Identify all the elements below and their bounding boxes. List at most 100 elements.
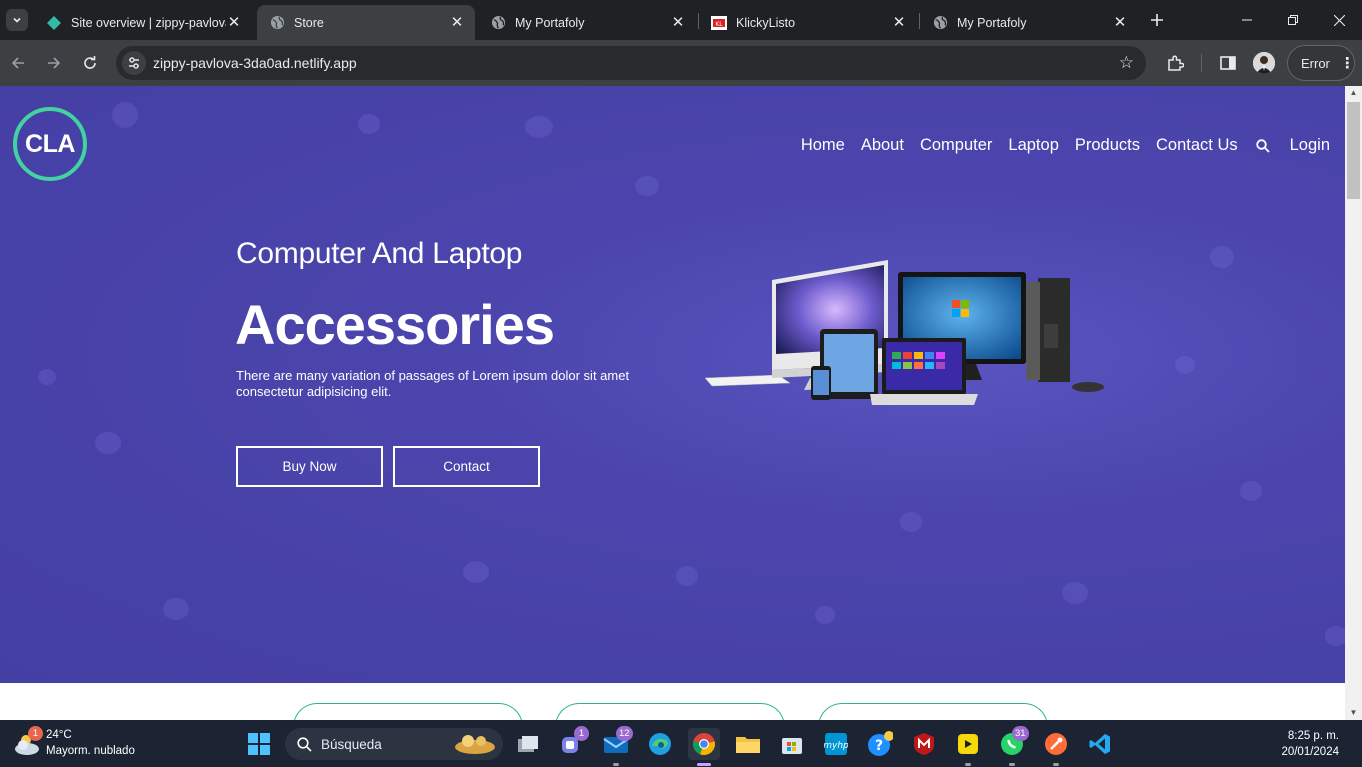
klickylisto-icon: KL xyxy=(711,15,727,31)
forward-button[interactable] xyxy=(40,49,68,77)
nav-home[interactable]: Home xyxy=(801,136,845,155)
hero-section: CLA Home About Computer Laptop Products … xyxy=(0,86,1345,683)
netlify-diamond-icon xyxy=(46,15,62,31)
back-button[interactable] xyxy=(4,49,32,77)
myhp-app[interactable]: myhp xyxy=(820,728,852,760)
feature-card xyxy=(818,703,1048,720)
store-icon xyxy=(782,738,802,754)
close-icon[interactable]: ✕ xyxy=(1112,14,1128,31)
profile-avatar[interactable] xyxy=(1253,52,1275,74)
task-view-button[interactable] xyxy=(512,728,544,760)
person-icon xyxy=(1253,52,1275,74)
nav-contact-us[interactable]: Contact Us xyxy=(1156,136,1238,155)
weather-condition: Mayorm. nublado xyxy=(46,745,135,757)
nav-laptop[interactable]: Laptop xyxy=(1008,136,1058,155)
globe-icon xyxy=(269,15,285,31)
system-clock[interactable]: 8:25 p. m. 20/01/2024 xyxy=(1281,728,1339,760)
star-icon[interactable]: ☆ xyxy=(1119,53,1134,73)
myhp-icon: myhp xyxy=(824,733,848,755)
store-app[interactable] xyxy=(776,728,808,760)
running-indicator xyxy=(965,763,971,766)
taskbar-search[interactable]: Búsqueda xyxy=(285,728,503,760)
tab-klickylisto[interactable]: KL KlickyListo ✕ xyxy=(699,5,917,40)
teams-badge: 1 xyxy=(574,726,589,741)
tab-my-portafoly-2[interactable]: My Portafoly ✕ xyxy=(920,5,1138,40)
url-text[interactable]: zippy-pavlova-3da0ad.netlify.app xyxy=(153,55,357,71)
tab-site-overview[interactable]: Site overview | zippy-pavlova ✕ xyxy=(34,5,252,40)
scroll-down-arrow[interactable]: ▼ xyxy=(1349,709,1358,717)
file-explorer-app[interactable] xyxy=(732,728,764,760)
nav-products[interactable]: Products xyxy=(1075,136,1140,155)
arrow-left-icon xyxy=(11,57,24,69)
mcafee-app[interactable] xyxy=(908,728,940,760)
more-vert-icon[interactable]: ⋮ xyxy=(1340,54,1355,72)
chevron-down-icon xyxy=(13,17,21,23)
chrome-icon xyxy=(693,733,716,756)
side-panel-button[interactable] xyxy=(1216,51,1240,75)
close-icon[interactable]: ✕ xyxy=(891,14,907,31)
vscode-app[interactable] xyxy=(1084,728,1116,760)
close-icon[interactable]: ✕ xyxy=(226,14,242,31)
search-highlight-icon xyxy=(455,735,495,754)
site-info-button[interactable] xyxy=(122,51,146,75)
bubble-decoration xyxy=(358,114,380,134)
whatsapp-badge: 31 xyxy=(1012,726,1029,741)
weather-widget[interactable]: 1 24°C Mayorm. nublado xyxy=(12,726,152,761)
nav-computer[interactable]: Computer xyxy=(920,136,992,155)
weather-temp: 24°C xyxy=(46,729,72,741)
tab-my-portafoly[interactable]: My Portafoly ✕ xyxy=(478,5,696,40)
tab-search-button[interactable] xyxy=(6,9,28,31)
bubble-decoration xyxy=(676,566,698,586)
whatsapp-app[interactable]: 31 xyxy=(996,726,1029,766)
scroll-thumb[interactable] xyxy=(1347,102,1360,199)
nav-login[interactable]: Login xyxy=(1290,136,1330,155)
hero-description: There are many variation of passages of … xyxy=(236,368,630,399)
running-indicator xyxy=(1009,763,1015,766)
weather-badge: 1 xyxy=(28,726,43,741)
address-bar[interactable]: zippy-pavlova-3da0ad.netlify.app ☆ xyxy=(116,46,1146,80)
postman-app[interactable] xyxy=(1040,728,1072,766)
bubble-decoration xyxy=(635,176,659,196)
media-app[interactable] xyxy=(952,728,984,766)
reload-button[interactable] xyxy=(76,49,104,77)
vscode-icon xyxy=(1089,734,1110,754)
mail-app[interactable]: 12 xyxy=(600,726,633,766)
restore-button[interactable] xyxy=(1270,0,1316,40)
mail-badge: 12 xyxy=(616,726,633,741)
minimize-icon xyxy=(1242,19,1252,21)
close-window-button[interactable] xyxy=(1316,0,1362,40)
folder-icon xyxy=(736,737,760,753)
edge-app[interactable] xyxy=(644,728,676,760)
tab-title: KlickyListo xyxy=(736,15,796,30)
help-app[interactable]: ? xyxy=(864,728,896,760)
teams-app[interactable]: 1 xyxy=(556,726,589,760)
globe-icon xyxy=(490,15,506,31)
contact-button[interactable]: Contact xyxy=(393,446,540,487)
tab-store[interactable]: Store ✕ xyxy=(257,5,475,40)
close-icon[interactable]: ✕ xyxy=(670,14,686,31)
site-logo[interactable]: CLA xyxy=(13,107,87,181)
main-nav: Home About Computer Laptop Products Cont… xyxy=(785,136,1330,155)
error-label: Error xyxy=(1301,55,1330,71)
page-scrollbar[interactable]: ▲ ▼ xyxy=(1345,86,1362,720)
profile-error-button[interactable]: Error ⋮ xyxy=(1287,45,1355,81)
help-icon: ? xyxy=(868,731,893,756)
restore-icon xyxy=(1288,15,1298,25)
buy-now-button[interactable]: Buy Now xyxy=(236,446,383,487)
tab-title: My Portafoly xyxy=(515,15,585,30)
media-player-icon xyxy=(958,734,978,754)
hero-subtitle: Computer And Laptop xyxy=(236,237,523,270)
bubble-decoration xyxy=(1325,626,1345,646)
start-button[interactable] xyxy=(243,728,275,760)
plus-icon xyxy=(1151,14,1163,26)
nav-about[interactable]: About xyxy=(861,136,904,155)
minimize-button[interactable] xyxy=(1224,0,1270,40)
scroll-up-arrow[interactable]: ▲ xyxy=(1349,89,1358,97)
chrome-app[interactable] xyxy=(688,728,720,766)
hero-title: Accessories xyxy=(235,293,555,356)
new-tab-button[interactable] xyxy=(1146,9,1168,31)
extensions-button[interactable] xyxy=(1163,51,1187,75)
tab-title: My Portafoly xyxy=(957,15,1027,30)
close-icon[interactable]: ✕ xyxy=(449,14,465,31)
search-icon[interactable] xyxy=(1255,138,1272,154)
